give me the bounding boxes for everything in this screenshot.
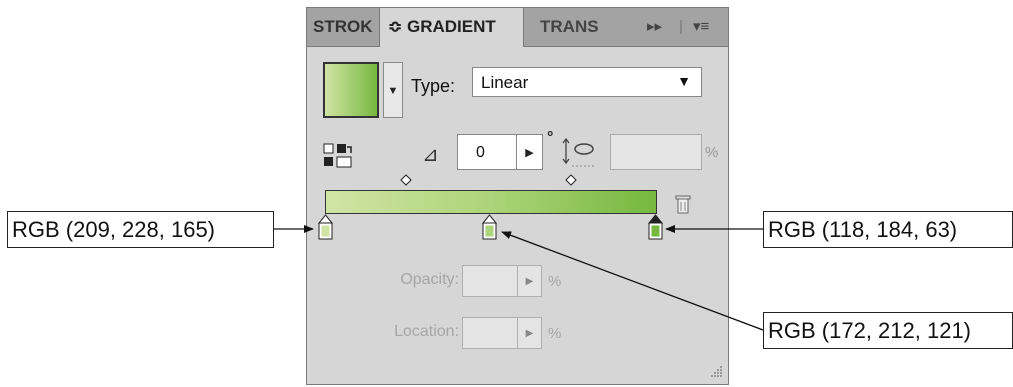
arrow-middle bbox=[501, 231, 764, 331]
callout-arrows bbox=[274, 225, 764, 331]
